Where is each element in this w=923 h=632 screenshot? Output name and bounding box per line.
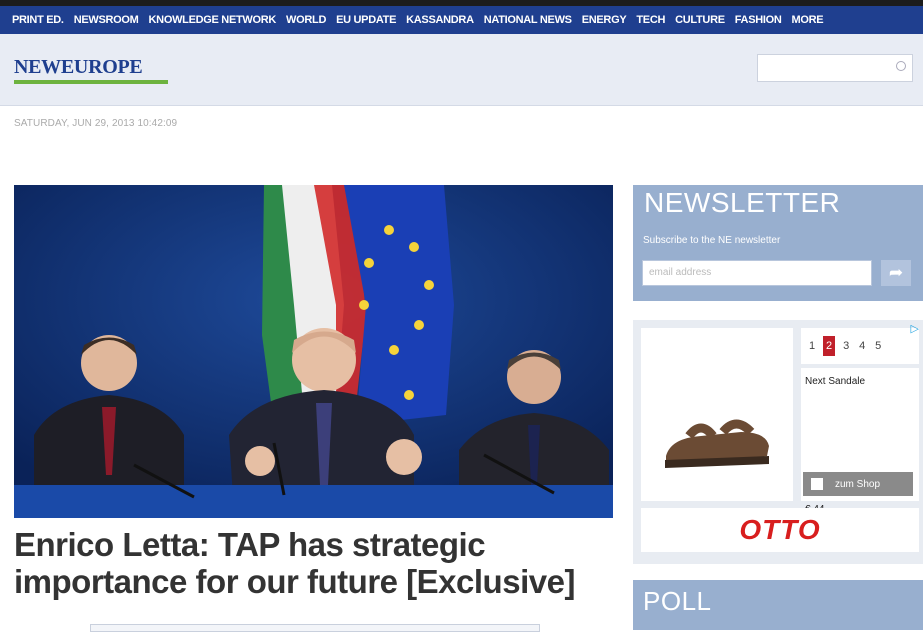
nav-item-culture[interactable]: CULTURE (675, 14, 725, 26)
nav-item-eu-update[interactable]: EU UPDATE (336, 14, 396, 26)
search-icon[interactable] (896, 61, 906, 71)
search-input[interactable] (757, 54, 913, 82)
nav-item-kassandra[interactable]: KASSANDRA (406, 14, 474, 26)
newsletter-title: NEWSLETTER (644, 187, 841, 218)
logo-underline (14, 80, 168, 84)
newsletter-widget: NEWSLETTER Subscribe to the NE newslette… (633, 185, 923, 301)
newsletter-submit-button[interactable]: ➦ (881, 260, 911, 286)
ad-product-name[interactable]: Next Sandale (805, 376, 865, 387)
ad-page-1[interactable]: 1 (807, 340, 817, 352)
share-arrow-icon: ➦ (888, 263, 904, 282)
site-logo[interactable]: NEWEUROPE (14, 56, 143, 79)
main-nav: PRINT ED. NEWSROOM KNOWLEDGE NETWORK WOR… (0, 6, 923, 34)
dateline: SATURDAY, JUN 29, 2013 10:42:09 (14, 118, 178, 129)
ad-product-image[interactable] (641, 328, 793, 501)
ad-pagination: 1 2 3 4 5 (801, 328, 919, 364)
ad-page-4[interactable]: 4 (857, 340, 867, 352)
ad-brand-logo[interactable]: OTTO (641, 508, 919, 552)
article-photo[interactable] (14, 185, 613, 518)
ad-page-2[interactable]: 2 (823, 336, 836, 356)
ad-shop-label: zum Shop (835, 478, 881, 490)
nav-item-tech[interactable]: TECH (636, 14, 665, 26)
nav-item-print-ed[interactable]: PRINT ED. (12, 14, 64, 26)
ad-page-3[interactable]: 3 (841, 340, 851, 352)
ad-page-5[interactable]: 5 (873, 340, 883, 352)
cart-icon (811, 478, 823, 490)
adchoices-icon[interactable]: ▷ (911, 322, 919, 335)
nav-item-fashion[interactable]: FASHION (735, 14, 782, 26)
nav-item-energy[interactable]: ENERGY (582, 14, 627, 26)
ad-shop-button[interactable]: zum Shop (803, 472, 913, 496)
article-headline[interactable]: Enrico Letta: TAP has strategic importan… (14, 526, 614, 600)
poll-title: POLL (643, 586, 712, 616)
nav-item-newsroom[interactable]: NEWSROOM (74, 14, 139, 26)
newsletter-subtitle: Subscribe to the NE newsletter (643, 235, 781, 246)
nav-item-knowledge-network[interactable]: KNOWLEDGE NETWORK (149, 14, 277, 26)
poll-widget: POLL (633, 580, 923, 630)
newsletter-email-field[interactable]: email address (642, 260, 872, 286)
nav-item-more[interactable]: MORE (792, 14, 824, 26)
shopping-ad[interactable]: 1 2 3 4 5 ▷ Next Sandale € 44 zum Shop O… (633, 320, 923, 564)
nav-item-national-news[interactable]: NATIONAL NEWS (484, 14, 572, 26)
share-widget-strip[interactable] (90, 624, 540, 632)
site-header: NEWEUROPE (0, 34, 923, 106)
sandal-image (665, 419, 769, 468)
press-conference-image (14, 185, 613, 512)
nav-item-world[interactable]: WORLD (286, 14, 326, 26)
